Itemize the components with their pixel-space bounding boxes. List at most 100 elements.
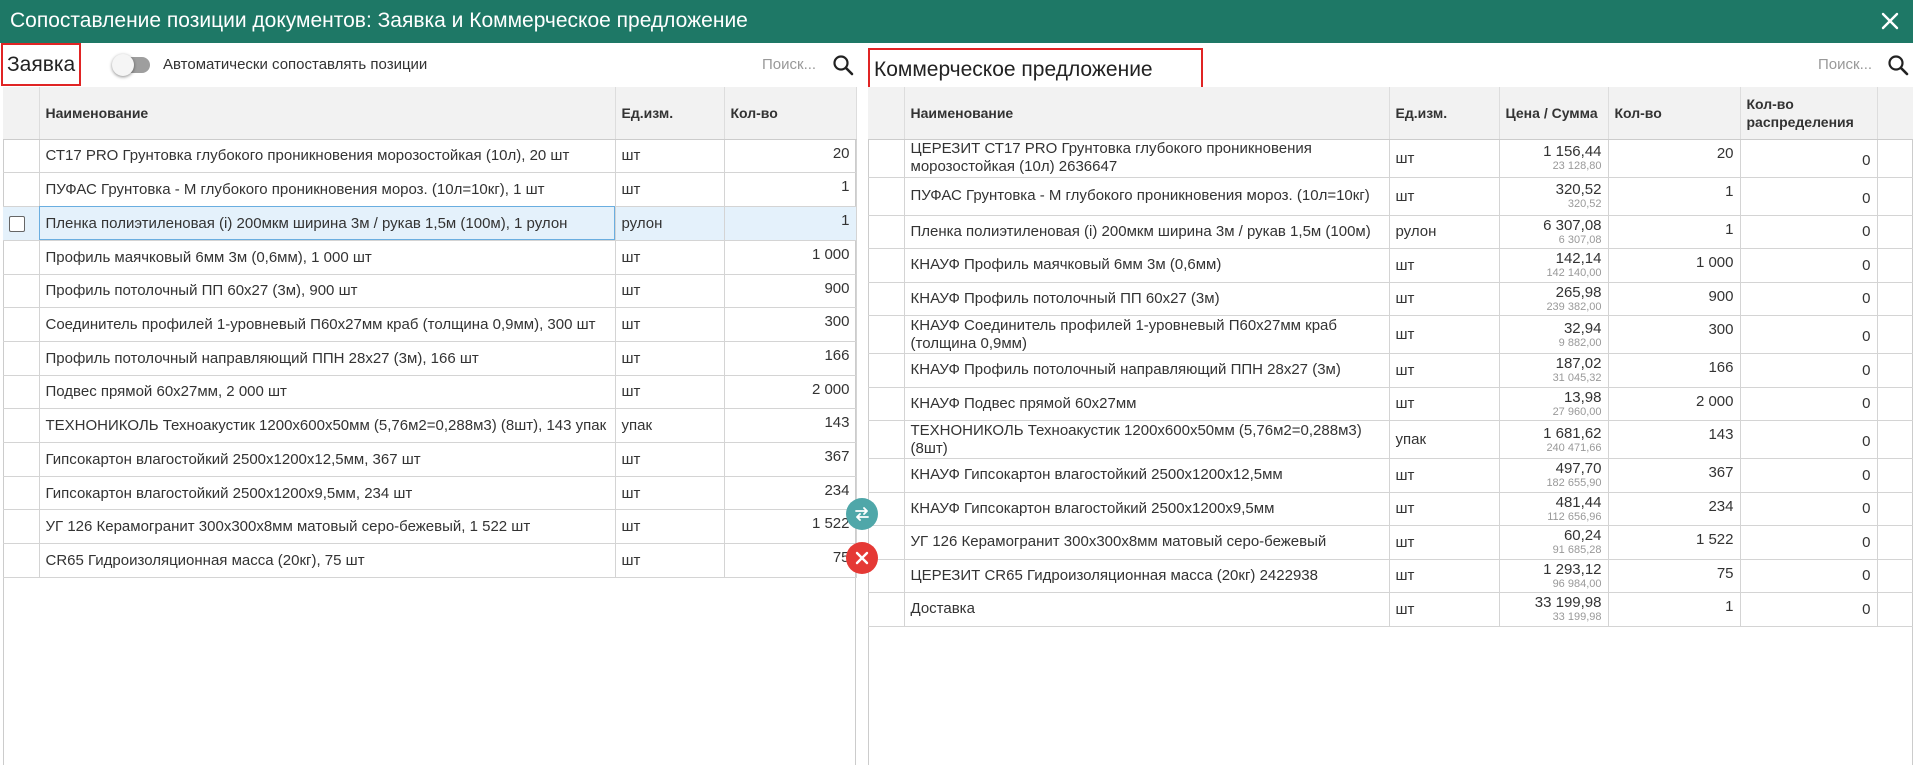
item-name: ТЕХНОНИКОЛЬ Техноакустик 1200х600х50мм (… (39, 408, 616, 443)
request-search-input[interactable]: Поиск... (762, 56, 816, 73)
table-row[interactable]: Доставка шт 33 199,98 33 199,98 1 0 (868, 592, 1913, 627)
offer-item-distribution[interactable]: 0 (1740, 525, 1878, 560)
clear-match-button[interactable] (846, 542, 878, 574)
row-select-cell[interactable] (3, 139, 40, 174)
table-row[interactable]: Гипсокартон влагостойкий 2500х1200х9,5мм… (3, 476, 857, 511)
row-select-cell[interactable] (868, 420, 905, 459)
row-select-cell[interactable] (868, 282, 905, 316)
offer-item-price: 1 681,62 (1543, 424, 1602, 442)
column-header-name[interactable]: Наименование (39, 87, 616, 140)
offer-item-distribution[interactable]: 0 (1740, 592, 1878, 627)
column-header-qty[interactable]: Кол-во (724, 87, 857, 140)
offer-item-sum: 96 984,00 (1552, 577, 1602, 590)
row-select-cell[interactable] (3, 206, 40, 241)
table-row[interactable]: КНАУФ Профиль потолочный направляющий ПП… (868, 353, 1913, 388)
table-row[interactable]: УГ 126 Керамогранит 300х300х8мм матовый … (868, 525, 1913, 560)
row-select-cell[interactable] (3, 543, 40, 578)
table-row[interactable]: ТЕХНОНИКОЛЬ Техноакустик 1200х600х50мм (… (3, 408, 857, 443)
row-select-cell[interactable] (868, 353, 905, 388)
table-row[interactable]: Пленка полиэтиленовая (i) 200мкм ширина … (3, 206, 857, 241)
offer-item-distribution[interactable]: 0 (1740, 315, 1878, 354)
table-row[interactable]: ЦЕРЕЗИТ CR65 Гидроизоляционная масса (20… (868, 559, 1913, 593)
row-select-cell[interactable] (3, 274, 40, 309)
offer-item-distribution[interactable]: 0 (1740, 420, 1878, 459)
row-extra-cell (1877, 525, 1913, 560)
column-header-price[interactable]: Цена / Сумма (1499, 87, 1609, 140)
table-row[interactable]: ПУФАС Грунтовка - М глубокого проникнове… (868, 177, 1913, 216)
row-checkbox[interactable] (9, 215, 25, 232)
offer-item-distribution[interactable]: 0 (1740, 139, 1878, 178)
row-select-cell[interactable] (868, 248, 905, 283)
auto-match-toggle[interactable] (112, 54, 150, 76)
table-row[interactable]: КНАУФ Гипсокартон влагостойкий 2500х1200… (868, 492, 1913, 526)
offer-item-distribution[interactable]: 0 (1740, 248, 1878, 283)
row-select-cell[interactable] (3, 408, 40, 443)
table-row[interactable]: КНАУФ Подвес прямой 60х27мм шт 13,98 27 960… (868, 387, 1913, 421)
offer-item-qty: 20 (1608, 139, 1741, 178)
table-row[interactable]: Профиль маячковый 6мм 3м (0,6мм), 1 000 … (3, 240, 857, 275)
item-qty: 20 (724, 139, 857, 174)
item-qty: 143 (724, 408, 857, 443)
offer-item-price: 60,24 (1563, 527, 1602, 545)
request-table: Наименование Ед.изм. Кол-во СТ17 PRO Гру… (3, 87, 857, 578)
column-header-qty[interactable]: Кол-во (1608, 87, 1741, 140)
table-row[interactable]: Профиль потолочный направляющий ППН 28х2… (3, 341, 857, 376)
table-row[interactable]: ЦЕРЕЗИТ СТ17 PRO Грунтовка глубокого про… (868, 139, 1913, 178)
row-select-cell[interactable] (868, 592, 905, 627)
table-row[interactable]: СТ17 PRO Грунтовка глубокого проникновен… (3, 139, 857, 174)
offer-item-distribution[interactable]: 0 (1740, 177, 1878, 216)
offer-item-distribution[interactable]: 0 (1740, 492, 1878, 526)
column-header-name[interactable]: Наименование (904, 87, 1390, 140)
table-row[interactable]: КНАУФ Гипсокартон влагостойкий 2500х1200… (868, 458, 1913, 493)
table-row[interactable]: Профиль потолочный ПП 60х27 (3м), 900 шт… (3, 274, 857, 309)
offer-item-name: ЦЕРЕЗИТ CR65 Гидроизоляционная масса (20… (904, 559, 1390, 593)
table-row[interactable]: ТЕХНОНИКОЛЬ Техноакустик 1200х600х50мм (… (868, 420, 1913, 459)
offer-item-distribution[interactable]: 0 (1740, 458, 1878, 493)
table-row[interactable]: Гипсокартон влагостойкий 2500х1200х12,5м… (3, 442, 857, 477)
column-header-unit[interactable]: Ед.изм. (1389, 87, 1500, 140)
row-select-cell[interactable] (3, 341, 40, 376)
table-row[interactable]: Пленка полиэтиленовая (i) 200мкм ширина … (868, 215, 1913, 249)
row-select-cell[interactable] (3, 509, 40, 545)
offer-item-price-cell: 1 293,12 96 984,00 (1499, 559, 1609, 593)
offer-item-price: 320,52 (1555, 181, 1602, 198)
search-icon[interactable] (1887, 54, 1909, 76)
close-icon[interactable] (1881, 8, 1899, 37)
row-select-cell[interactable] (868, 387, 905, 421)
offer-item-distribution[interactable]: 0 (1740, 353, 1878, 388)
row-select-cell[interactable] (868, 139, 905, 178)
column-header-distribution[interactable]: Кол-во распределения (1740, 87, 1878, 140)
table-row[interactable]: ПУФАС Грунтовка - М глубокого проникнове… (3, 172, 857, 207)
table-row[interactable]: УГ 126 Керамогранит 300х300х8мм матовый … (3, 509, 857, 545)
select-column-header (868, 87, 905, 140)
row-select-cell[interactable] (3, 476, 40, 511)
row-select-cell[interactable] (868, 215, 905, 249)
offer-search-input[interactable]: Поиск... (1818, 56, 1872, 73)
offer-item-distribution[interactable]: 0 (1740, 282, 1878, 316)
table-row[interactable]: КНАУФ Профиль маячковый 6мм 3м (0,6мм) шт… (868, 248, 1913, 283)
offer-item-qty: 1 (1608, 592, 1741, 627)
offer-item-distribution[interactable]: 0 (1740, 559, 1878, 593)
offer-item-price: 33 199,98 (1534, 594, 1602, 612)
item-unit: шт (615, 240, 725, 275)
table-row[interactable]: КНАУФ Соединитель профилей 1-уровневый П… (868, 315, 1913, 354)
row-select-cell[interactable] (3, 172, 40, 207)
swap-button[interactable] (846, 498, 878, 530)
table-row[interactable]: CR65 Гидроизоляционная масса (20кг), 75 … (3, 543, 857, 578)
table-row[interactable]: Подвес прямой 60х27мм, 2 000 шт шт 2 000 (3, 375, 857, 410)
table-row[interactable]: КНАУФ Профиль потолочный ПП 60х27 (3м) шт… (868, 282, 1913, 316)
row-select-cell[interactable] (3, 307, 40, 342)
offer-item-price-cell: 187,02 31 045,32 (1499, 353, 1609, 388)
table-row[interactable]: Соединитель профилей 1-уровневый П60х27м… (3, 307, 857, 342)
row-select-cell[interactable] (868, 458, 905, 493)
offer-item-distribution[interactable]: 0 (1740, 215, 1878, 249)
row-select-cell[interactable] (3, 375, 40, 410)
row-select-cell[interactable] (868, 177, 905, 216)
offer-item-distribution[interactable]: 0 (1740, 387, 1878, 421)
row-select-cell[interactable] (3, 240, 40, 275)
clear-icon (853, 551, 871, 571)
column-header-unit[interactable]: Ед.изм. (615, 87, 725, 140)
row-select-cell[interactable] (868, 315, 905, 354)
search-icon[interactable] (832, 54, 854, 76)
row-select-cell[interactable] (3, 442, 40, 477)
